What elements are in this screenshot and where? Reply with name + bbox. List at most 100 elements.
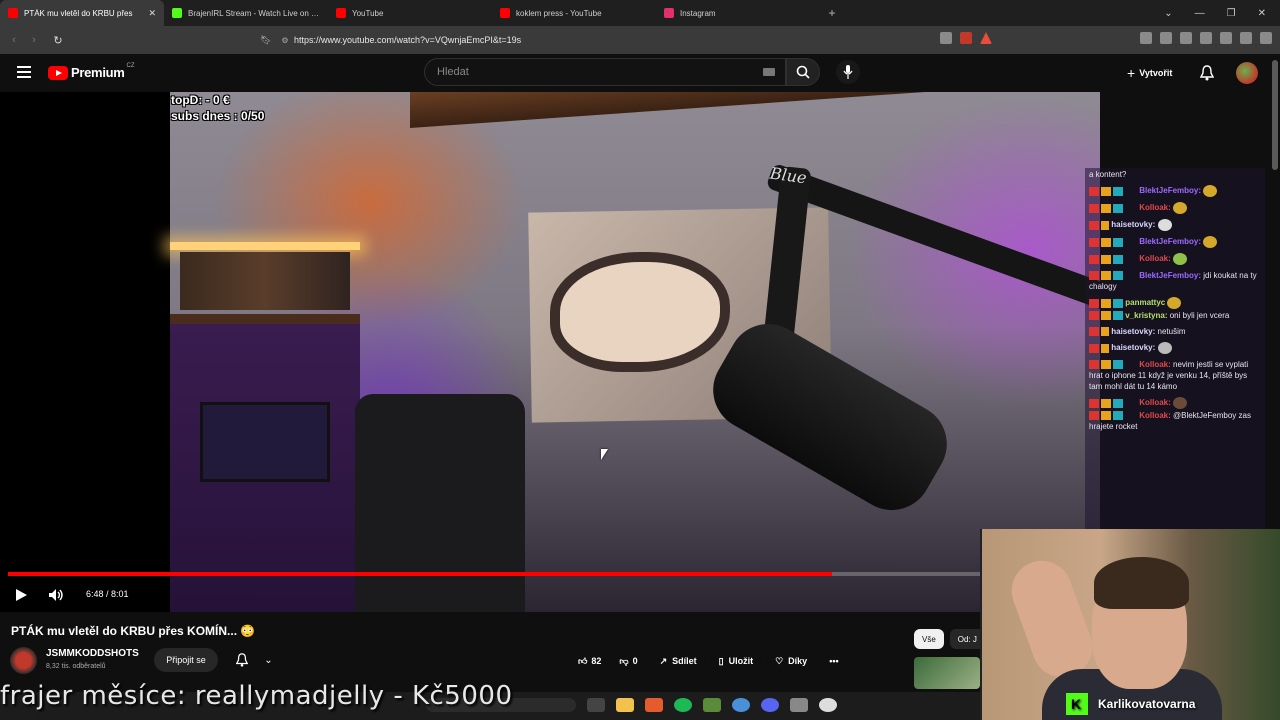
emote-icon [1203,185,1218,197]
chat-message: Kolloak: [1089,253,1261,265]
tab-list-icon[interactable]: ⌄ [1164,8,1172,19]
chat-badges-icon [1089,327,1109,337]
youtube-premium-logo[interactable]: Premium CZ [48,63,135,80]
reload-icon[interactable]: ↻ [48,34,68,47]
file-explorer-icon[interactable] [616,698,634,712]
search-button[interactable] [786,58,820,86]
chrome-icon[interactable] [732,698,750,712]
brave-browser-icon[interactable] [645,698,663,712]
bookmark-icon[interactable]: 🔖︎ [256,35,276,46]
chat-badges-icon [1089,254,1137,264]
menu-icon[interactable] [1260,32,1272,44]
more-actions-button[interactable]: ••• [821,648,847,674]
chat-message: haisetovky: netušim [1089,326,1261,337]
leo-icon[interactable] [1220,32,1232,44]
tab-kick-stream[interactable]: BrajenIRL Stream - Watch Live on Kick [164,0,328,26]
keyboard-icon[interactable] [763,68,775,76]
like-button[interactable]: 👍︎ 82 👎︎ 0 [570,648,646,674]
chat-message: Kolloak: [1089,397,1261,409]
video-frame: Blue [170,92,1100,612]
close-window-icon[interactable]: ✕ [1258,8,1266,19]
task-view-icon[interactable] [587,698,605,712]
subscription-bell-button[interactable]: ⌄ [228,648,280,672]
stream-stats-overlay: topD: - 0 € subs dnes : 0/50 [171,92,264,124]
youtube-favicon-icon [336,8,346,18]
volume-button[interactable] [48,588,64,602]
chat-message: haisetovky: [1089,342,1261,354]
spotify-icon[interactable] [674,698,692,712]
vpn-icon[interactable] [1240,32,1252,44]
save-button[interactable]: ▯ Uložit [710,648,762,674]
filter-chip-all[interactable]: Vše [914,629,944,649]
led-strip [170,242,360,250]
close-tab-icon[interactable]: ✕ [148,8,156,19]
forward-icon[interactable]: › [24,34,44,46]
cast-icon[interactable] [940,32,952,44]
emote-icon [1157,342,1172,354]
emote-icon [1173,202,1188,214]
chat-badges-icon [1089,220,1109,230]
tab-label: koklem press - YouTube [516,8,602,18]
back-icon[interactable]: ‹ [4,34,24,46]
wallet-icon[interactable] [1200,32,1212,44]
mouse-cursor-icon [601,449,608,460]
emote-icon [1167,297,1182,309]
thanks-button[interactable]: ♡ Díky [767,648,816,674]
gaming-chair [355,394,525,612]
account-avatar[interactable] [1236,62,1258,84]
tab-instagram[interactable]: Instagram [656,0,820,26]
youtube-header: Premium CZ Hledat + Vytvořit [0,54,1280,92]
create-label: Vytvořit [1139,68,1173,78]
extensions-icon[interactable] [1140,32,1152,44]
minimize-icon[interactable]: — [1195,8,1205,19]
brave-rewards-icon[interactable] [980,32,992,44]
channel-name[interactable]: JSMMKODDSHOTS [46,648,139,659]
recommended-video-thumbnail[interactable] [914,657,980,689]
video-player[interactable]: Blue topD: - 0 € subs dnes : 0/50 [0,92,1100,612]
volume-icon [49,589,63,601]
search-input[interactable]: Hledat [424,58,786,86]
obs-icon[interactable] [819,698,837,712]
streamer-webcam: Karlikovatovarna [980,529,1280,720]
play-button[interactable] [14,588,28,602]
minecraft-icon[interactable] [703,698,721,712]
chat-badges-icon [1089,411,1137,421]
chat-message: BlektJeFemboy: jdi koukat na ty chalogy [1089,271,1257,291]
discord-icon[interactable] [761,698,779,712]
site-info-icon[interactable]: ⚙︎ [276,36,294,45]
tab-ptak-video[interactable]: PTÁK mu vletěl do KRBU přes ✕ [0,0,164,26]
new-tab-button[interactable]: + [820,0,844,26]
create-button[interactable]: + Vytvořit [1119,62,1180,84]
background-monitor [200,402,330,482]
video-progress-bar[interactable] [8,572,980,576]
chat-badges-icon [1089,237,1137,247]
chevron-down-icon: ⌄ [264,654,273,666]
hamburger-menu-icon[interactable] [17,66,31,78]
extensions-toolbar [940,32,1272,44]
tab-youtube[interactable]: YouTube [328,0,492,26]
url-field[interactable]: 🔖︎ ⚙︎ https://www.youtube.com/watch?v=VQ… [256,30,1000,50]
subscriber-count: 8,32 tis. odběratelů [46,663,106,670]
join-button[interactable]: Připojit se [154,648,218,672]
voice-search-button[interactable] [836,60,860,84]
sidebar-icon[interactable] [1180,32,1192,44]
page-scrollbar[interactable] [1272,60,1278,170]
plus-icon: + [1127,65,1136,81]
thumbs-down-icon[interactable]: 👎︎ [619,656,628,667]
chat-badges-icon [1089,343,1109,353]
app-icon[interactable] [790,698,808,712]
chat-badges-icon [1089,398,1137,408]
tab-label: PTÁK mu vletěl do KRBU přes [24,8,133,18]
brave-shield-icon[interactable] [960,32,972,44]
progress-fill [8,572,833,576]
shelf-figures [180,252,350,310]
search-placeholder: Hledat [437,66,469,78]
chat-message: Kolloak: [1089,202,1261,214]
notifications-bell-icon[interactable] [1200,65,1214,81]
maximize-icon[interactable]: ❐ [1227,8,1236,19]
share-button[interactable]: ↗ Sdílet [651,648,705,674]
media-icon[interactable] [1160,32,1172,44]
tab-label: Instagram [680,8,716,18]
channel-avatar[interactable] [10,647,37,674]
tab-koklem-press[interactable]: koklem press - YouTube [492,0,656,26]
